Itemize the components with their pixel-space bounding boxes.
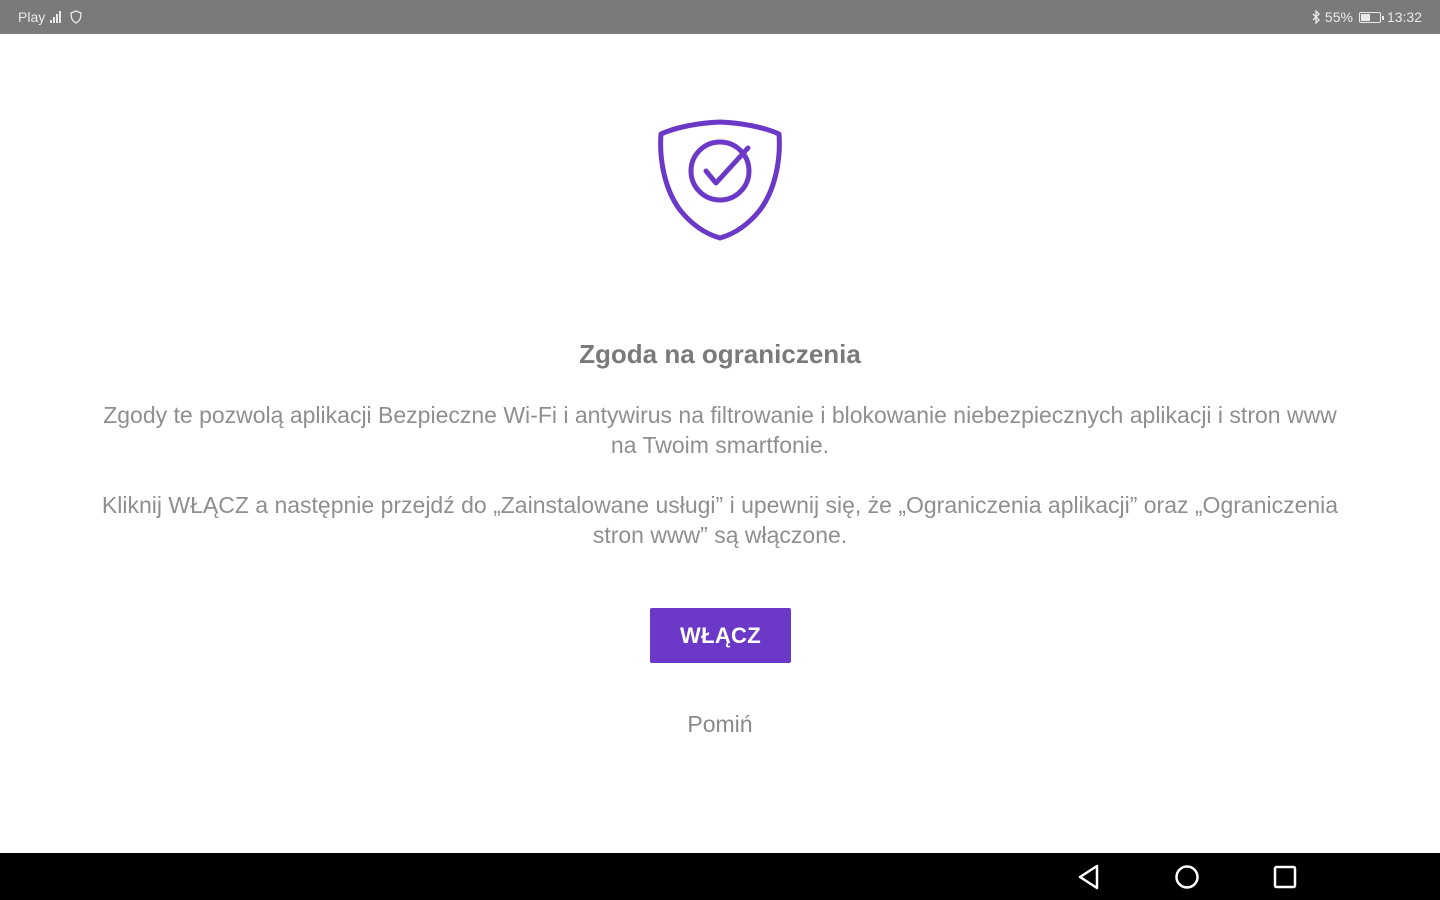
bluetooth-icon	[1312, 10, 1320, 24]
dialog-title: Zgoda na ograniczenia	[579, 339, 861, 369]
clock: 13:32	[1386, 9, 1422, 25]
carrier-label: Play	[18, 9, 46, 25]
recent-apps-square-icon[interactable]	[1270, 863, 1300, 891]
skip-link[interactable]: Pomiń	[0, 711, 1440, 738]
battery-percent: 55%	[1324, 9, 1353, 25]
shield-status-icon	[70, 10, 82, 24]
status-bar-right: 55% 13:32	[1311, 9, 1422, 25]
dialog-instructions: Kliknij WŁĄCZ a następnie przejdź do „Za…	[101, 492, 1339, 548]
status-bar-left: Play	[18, 9, 83, 25]
back-triangle-icon[interactable]	[1074, 863, 1104, 891]
battery-fill	[1360, 13, 1371, 21]
signal-icon	[50, 11, 62, 23]
home-circle-icon[interactable]	[1172, 863, 1202, 891]
enable-button[interactable]: WŁĄCZ	[650, 608, 791, 663]
permission-dialog: Zgoda na ograniczenia Zgody te pozwolą a…	[0, 34, 1440, 853]
navigation-bar	[0, 853, 1440, 900]
shield-check-icon	[658, 119, 782, 241]
battery-icon	[1358, 11, 1384, 23]
dialog-description: Zgody te pozwolą aplikacji Bezpieczne Wi…	[103, 402, 1337, 458]
status-bar: Play 55% 13:32	[0, 0, 1440, 34]
